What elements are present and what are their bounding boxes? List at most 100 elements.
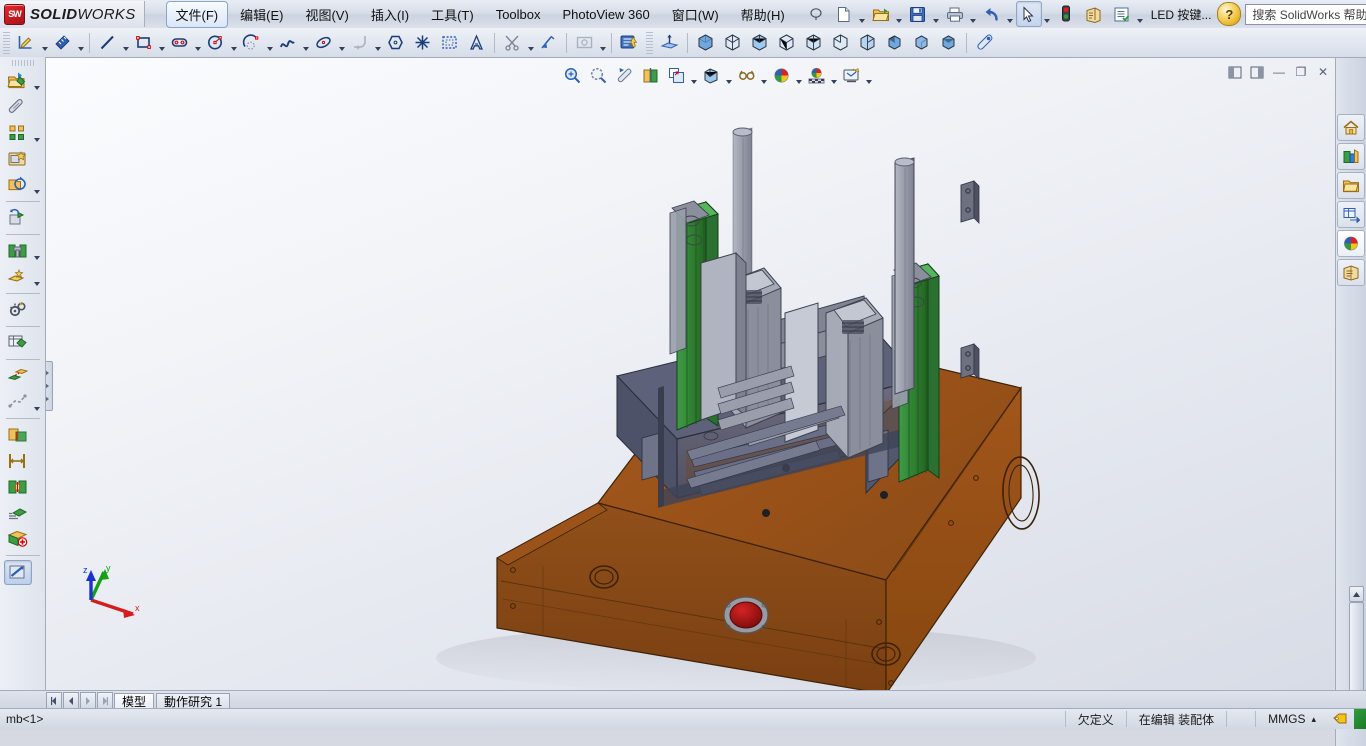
line-caret-icon[interactable] bbox=[121, 29, 130, 56]
reference-geometry-plane-icon[interactable] bbox=[656, 29, 683, 56]
3d-model-assembly[interactable] bbox=[46, 58, 1336, 690]
trim-caret-icon[interactable] bbox=[526, 29, 535, 56]
construction-geometry-icon[interactable] bbox=[436, 29, 463, 56]
section-view-tool-icon[interactable] bbox=[3, 559, 32, 585]
save-icon[interactable] bbox=[905, 1, 931, 27]
circle-tool-icon[interactable] bbox=[202, 29, 229, 56]
search-input[interactable]: 搜索 SolidWorks 帮助 bbox=[1245, 3, 1366, 25]
tab-nav-last-icon[interactable] bbox=[97, 692, 113, 709]
view-trimetric-icon[interactable] bbox=[719, 29, 746, 56]
view-left-icon[interactable] bbox=[827, 29, 854, 56]
scroll-up-arrow-icon[interactable] bbox=[1349, 586, 1364, 602]
insert-components-caret-icon[interactable] bbox=[32, 70, 42, 93]
reference-geometry-icon[interactable] bbox=[4, 265, 32, 290]
slot-caret-icon[interactable] bbox=[193, 29, 202, 56]
task-pane-file-explorer-icon[interactable] bbox=[1337, 172, 1365, 199]
new-document-caret-icon[interactable] bbox=[858, 1, 867, 28]
menu-window[interactable]: 窗口(W) bbox=[662, 1, 729, 28]
rebuild-traffic-light-icon[interactable] bbox=[1053, 1, 1079, 27]
task-pane-resources-icon[interactable] bbox=[1337, 114, 1365, 141]
bill-of-materials-icon[interactable] bbox=[4, 331, 32, 356]
view-front-icon[interactable] bbox=[773, 29, 800, 56]
toolbar-grip-2[interactable] bbox=[646, 31, 653, 54]
circle-caret-icon[interactable] bbox=[229, 29, 238, 56]
undo-icon[interactable] bbox=[979, 1, 1005, 27]
tab-motion-study-1[interactable]: 動作研究 1 bbox=[156, 693, 231, 709]
explode-line-sketch-icon[interactable] bbox=[4, 390, 32, 415]
task-pane-design-library-icon[interactable] bbox=[1337, 143, 1365, 170]
document-properties-icon[interactable] bbox=[1109, 1, 1135, 27]
view-dimetric-icon[interactable] bbox=[746, 29, 773, 56]
graphics-area[interactable]: — ❐ ✕ x y z bbox=[46, 58, 1336, 690]
task-pane-appearances-icon[interactable] bbox=[1337, 230, 1365, 257]
toolbar-grip[interactable] bbox=[3, 31, 10, 54]
offset-entities-icon[interactable] bbox=[571, 29, 598, 56]
line-tool-icon[interactable] bbox=[94, 29, 121, 56]
move-component-icon[interactable] bbox=[4, 173, 32, 198]
view-top-icon[interactable] bbox=[881, 29, 908, 56]
status-resize-grip[interactable] bbox=[1354, 709, 1366, 729]
clearance-verification-icon[interactable] bbox=[4, 449, 32, 474]
tab-nav-prev-icon[interactable] bbox=[63, 692, 79, 709]
sketch-fillet-caret-icon[interactable] bbox=[373, 29, 382, 56]
menu-toolbox[interactable]: Toolbox bbox=[486, 3, 551, 26]
led-command-label[interactable]: LED 按键... bbox=[1151, 6, 1212, 23]
view-isometric-icon[interactable] bbox=[692, 29, 719, 56]
smart-dimension-caret-icon[interactable] bbox=[76, 29, 85, 56]
repair-sketch-icon[interactable] bbox=[616, 29, 643, 56]
rectangle-caret-icon[interactable] bbox=[157, 29, 166, 56]
menu-view[interactable]: 视图(V) bbox=[295, 1, 358, 28]
status-tag-icon[interactable] bbox=[1328, 710, 1354, 728]
mate-icon[interactable] bbox=[4, 95, 32, 120]
menu-file[interactable]: 文件(F) bbox=[165, 0, 229, 28]
menu-edit[interactable]: 编辑(E) bbox=[230, 1, 293, 28]
arc-caret-icon[interactable] bbox=[265, 29, 274, 56]
smart-fasteners-icon[interactable] bbox=[4, 147, 32, 172]
hole-alignment-icon[interactable] bbox=[4, 475, 32, 500]
tab-model[interactable]: 模型 bbox=[114, 693, 155, 709]
options-icon[interactable] bbox=[1081, 1, 1107, 27]
menu-help[interactable]: 帮助(H) bbox=[731, 1, 795, 28]
reference-geometry-caret-icon[interactable] bbox=[32, 266, 42, 289]
print-caret-icon[interactable] bbox=[969, 1, 978, 28]
document-properties-caret-icon[interactable] bbox=[1136, 1, 1145, 28]
help-icon[interactable]: ? bbox=[1217, 2, 1242, 26]
view-back-icon[interactable] bbox=[800, 29, 827, 56]
spline-caret-icon[interactable] bbox=[301, 29, 310, 56]
ellipse-caret-icon[interactable] bbox=[337, 29, 346, 56]
assembly-features-icon[interactable] bbox=[4, 239, 32, 264]
menu-insert[interactable]: 插入(I) bbox=[361, 1, 419, 28]
measure-tool-icon[interactable] bbox=[971, 29, 998, 56]
save-caret-icon[interactable] bbox=[932, 1, 941, 28]
open-document-icon[interactable] bbox=[868, 1, 894, 27]
polygon-tool-icon[interactable] bbox=[382, 29, 409, 56]
select-caret-icon[interactable] bbox=[1043, 1, 1052, 28]
component-pattern-caret-icon[interactable] bbox=[32, 122, 42, 145]
sketch-tool-icon[interactable] bbox=[13, 29, 40, 56]
tab-nav-first-icon[interactable] bbox=[46, 692, 62, 709]
view-normal-to-icon[interactable] bbox=[935, 29, 962, 56]
linear-component-pattern-icon[interactable] bbox=[4, 121, 32, 146]
print-icon[interactable] bbox=[942, 1, 968, 27]
new-motion-study-icon[interactable] bbox=[4, 298, 32, 323]
open-document-caret-icon[interactable] bbox=[895, 1, 904, 28]
trim-entities-icon[interactable] bbox=[499, 29, 526, 56]
new-document-icon[interactable] bbox=[831, 1, 857, 27]
interference-detection-icon[interactable] bbox=[4, 423, 32, 448]
view-bottom-icon[interactable] bbox=[908, 29, 935, 56]
sketch-fillet-icon[interactable] bbox=[346, 29, 373, 56]
move-component-caret-icon[interactable] bbox=[32, 174, 42, 197]
smart-dimension-icon[interactable] bbox=[49, 29, 76, 56]
pin-icon[interactable] bbox=[803, 1, 829, 27]
spline-tool-icon[interactable] bbox=[274, 29, 301, 56]
view-right-icon[interactable] bbox=[854, 29, 881, 56]
sketch-caret-icon[interactable] bbox=[40, 29, 49, 56]
explode-line-caret-icon[interactable] bbox=[32, 391, 42, 414]
assembly-toolbar-grip[interactable] bbox=[11, 60, 34, 66]
point-tool-icon[interactable] bbox=[409, 29, 436, 56]
arc-tool-icon[interactable] bbox=[238, 29, 265, 56]
ellipse-tool-icon[interactable] bbox=[310, 29, 337, 56]
rectangle-tool-icon[interactable] bbox=[130, 29, 157, 56]
assembly-features-caret-icon[interactable] bbox=[32, 240, 42, 263]
assembly-visualization-icon[interactable] bbox=[4, 501, 32, 526]
